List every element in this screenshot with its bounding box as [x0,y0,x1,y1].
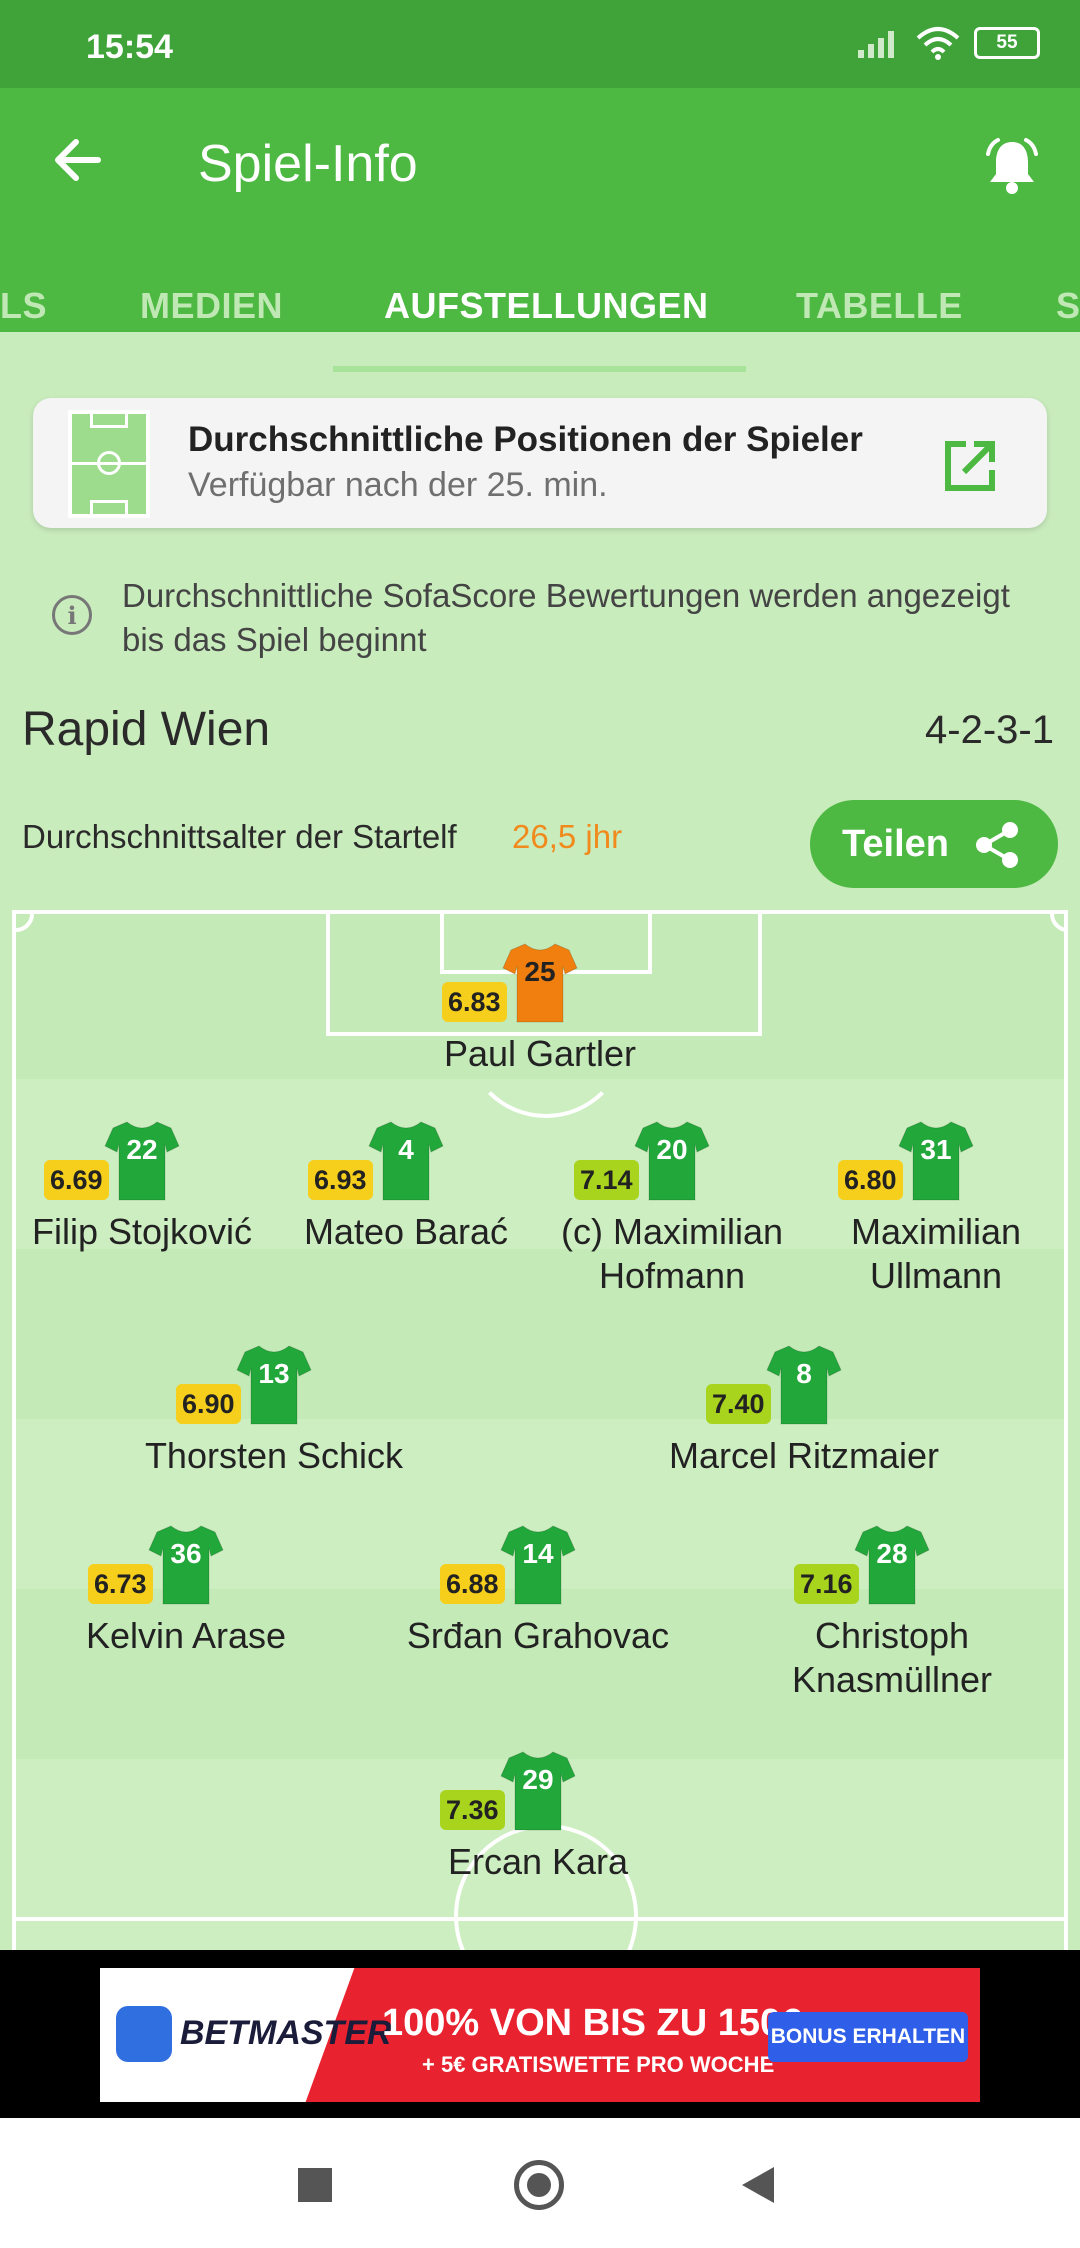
ratings-info-text: Durchschnittliche SofaScore Bewertungen … [122,577,1010,658]
ad-bonus-button[interactable]: BONUS ERHALTEN [768,2012,968,2062]
tab-tabelle[interactable]: TABELLE [796,285,963,327]
player-name: Thorsten Schick [144,1435,404,1476]
player-name: Kelvin Arase [85,1615,287,1656]
jersey-icon: 28 [853,1522,931,1606]
player-rating: 6.73 [88,1564,153,1604]
notification-bell-icon[interactable] [980,134,1044,198]
status-time: 15:54 [86,28,173,66]
jersey-icon: 36 [147,1522,225,1606]
recent-apps-button[interactable] [298,2168,332,2202]
player-name: Mateo Barać [303,1211,509,1252]
player-rating: 6.90 [176,1384,241,1424]
jersey-number: 22 [126,1134,158,1165]
betmaster-logo-icon [116,2006,172,2062]
pitch-mini-icon [68,410,150,518]
jersey-icon: 20 [633,1118,711,1202]
player-3[interactable]: 4 6.93 Mateo Barać [266,1118,546,1308]
average-age-value: 26,5 jhr [512,818,623,855]
player-9[interactable]: 14 6.88 Srđan Grahovac [398,1522,678,1712]
team-name: Rapid Wien [22,703,271,756]
player-rating: 7.40 [706,1384,771,1424]
ad-subline: + 5€ GRATISWETTE PRO WOCHE [422,2052,775,2077]
player-1[interactable]: 25 6.83 Paul Gartler [400,940,680,1130]
average-positions-title: Durchschnittliche Positionen der Spieler [188,420,863,459]
player-5[interactable]: 31 6.80 Maximilian Ullmann [796,1118,1076,1308]
jersey-number: 28 [876,1538,908,1569]
player-rating: 6.88 [440,1564,505,1604]
player-4[interactable]: 20 7.14 (c) Maximilian Hofmann [532,1118,812,1308]
jersey-number: 36 [170,1538,202,1569]
jersey-number: 8 [796,1358,812,1389]
battery-indicator: 55 [974,27,1040,59]
player-7[interactable]: 8 7.40 Marcel Ritzmaier [664,1342,944,1532]
jersey-number: 13 [258,1358,290,1389]
average-age-label: Durchschnittsalter der Startelf [22,818,457,855]
tab-ls[interactable]: LS [0,285,47,327]
jersey-number: 14 [522,1538,554,1569]
tab-bar: LS MEDIEN AUFSTELLUNGEN TABELLE S [0,265,1080,345]
tab-more[interactable]: S [1056,285,1080,327]
info-icon: i [52,595,92,635]
ad-banner[interactable]: BETMASTER 100% VON BIS ZU 150€ + 5€ GRAT… [100,1968,980,2102]
jersey-icon: 31 [897,1118,975,1202]
average-positions-subtitle: Verfügbar nach der 25. min. [188,466,608,504]
ad-headline: 100% VON BIS ZU 150€ [382,2002,803,2044]
jersey-icon: 22 [103,1118,181,1202]
formation: 4-2-3-1 [925,708,1054,752]
jersey-icon: 14 [499,1522,577,1606]
home-button-dot [527,2173,551,2197]
open-external-icon[interactable] [942,438,998,494]
player-rating: 6.69 [44,1160,109,1200]
back-arrow-icon[interactable] [48,130,108,190]
player-name: Ercan Kara [447,1841,629,1882]
tab-medien[interactable]: MEDIEN [140,285,283,327]
average-positions-card[interactable] [33,398,1047,528]
player-name: Srđan Grahovac [406,1615,670,1656]
ad-brand: BETMASTER [180,2014,392,2052]
player-8[interactable]: 36 6.73 Kelvin Arase [46,1522,326,1712]
jersey-icon: 4 [367,1118,445,1202]
jersey-number: 4 [398,1134,414,1165]
tab-aufstellungen[interactable]: AUFSTELLUNGEN [384,285,709,327]
jersey-icon: 29 [499,1748,577,1832]
wifi-icon [916,27,960,60]
jersey-icon: 8 [765,1342,843,1426]
player-6[interactable]: 13 6.90 Thorsten Schick [134,1342,414,1532]
player-rating: 6.80 [838,1160,903,1200]
player-rating: 6.83 [442,982,507,1022]
jersey-icon: 25 [501,940,579,1024]
player-name: Marcel Ritzmaier [668,1435,940,1476]
player-rating: 7.16 [794,1564,859,1604]
player-11[interactable]: 29 7.36 Ercan Kara [398,1748,678,1938]
player-rating: 7.14 [574,1160,639,1200]
jersey-number: 25 [524,956,556,987]
share-button[interactable]: Teilen [810,800,1058,888]
player-2[interactable]: 22 6.69 Filip Stojković [2,1118,282,1308]
page-title: Spiel-Info [198,135,418,193]
jersey-number: 29 [522,1764,554,1795]
battery-level: 55 [996,32,1018,53]
player-name: Christoph Knasmüllner [791,1615,993,1700]
jersey-number: 31 [920,1134,952,1165]
share-button-label: Teilen [842,822,949,865]
jersey-icon: 13 [235,1342,313,1426]
player-name: Filip Stojković [31,1211,253,1252]
player-name: (c) Maximilian Hofmann [560,1211,783,1296]
active-tab-indicator [333,366,746,372]
player-name: Maximilian Ullmann [850,1211,1022,1296]
system-back-button[interactable] [742,2167,774,2203]
player-name: Paul Gartler [443,1033,637,1074]
player-10[interactable]: 28 7.16 Christoph Knasmüllner [752,1522,1032,1712]
signal-icon [858,31,894,58]
jersey-number: 20 [656,1134,688,1165]
player-rating: 7.36 [440,1790,505,1830]
status-icons: 55 [858,26,1040,60]
share-icon [976,822,1018,868]
player-rating: 6.93 [308,1160,373,1200]
